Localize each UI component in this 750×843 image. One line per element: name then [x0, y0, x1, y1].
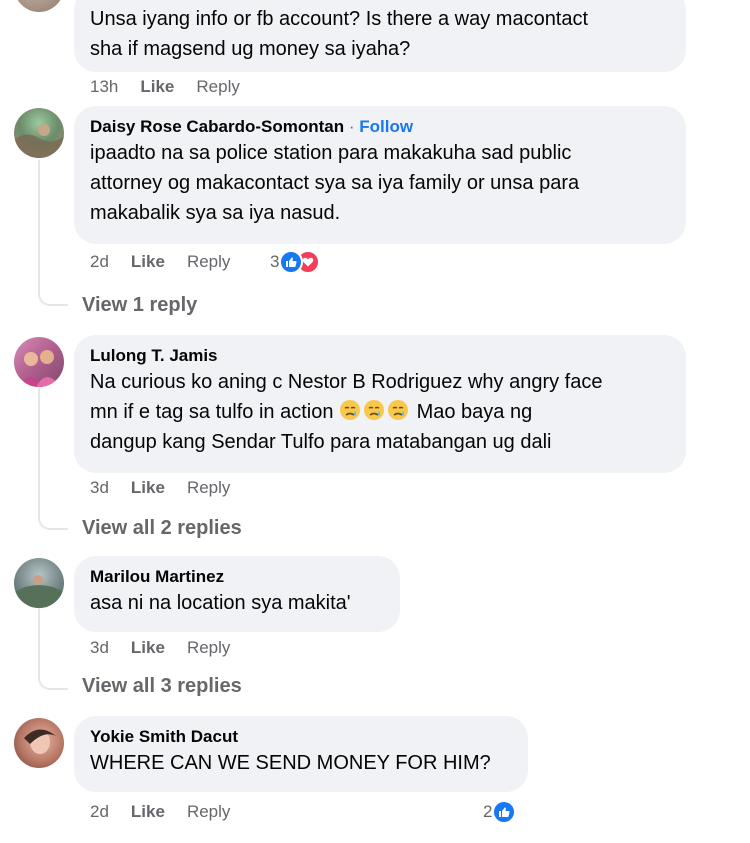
comment-text-segment: mn if e tag sa tulfo in action	[90, 401, 334, 423]
comment-timestamp[interactable]: 2d	[90, 802, 109, 822]
comment-text-line: attorney og makacontact sya sa iya famil…	[90, 172, 580, 194]
comment-text-line: WHERE CAN WE SEND MONEY FOR HIM?	[90, 752, 491, 774]
comment-author[interactable]: Lulong T. Jamis	[90, 345, 670, 367]
comment-actions: 2d Like Reply	[90, 801, 230, 823]
comment-timestamp[interactable]: 2d	[90, 252, 109, 272]
like-button[interactable]: Like	[131, 252, 165, 272]
comment-author[interactable]: Daisy Rose Cabardo-Somontan	[90, 117, 344, 136]
comment-text-line: sha if magsend ug money sa iyaha?	[90, 38, 411, 60]
thread-hook	[38, 512, 68, 530]
avatar-image	[14, 575, 64, 608]
follow-button[interactable]: Follow	[359, 117, 413, 136]
thread-line	[38, 388, 40, 514]
reaction-count: 2	[483, 802, 493, 821]
reply-button[interactable]: Reply	[187, 638, 230, 658]
comment-timestamp[interactable]: 3d	[90, 478, 109, 498]
comment-bubble: Lulong T. Jamis Na curious ko aning c Ne…	[74, 335, 686, 473]
view-replies-link[interactable]: View 1 reply	[82, 294, 197, 317]
reply-button[interactable]: Reply	[187, 252, 230, 272]
comment-text-line: mn if e tag sa tulfo in action Mao baya …	[90, 397, 670, 427]
comment-bubble: Marilou Martinez asa ni na location sya …	[74, 556, 400, 632]
like-button[interactable]: Like	[131, 802, 165, 822]
comment-bubble: Yokie Smith Dacut WHERE CAN WE SEND MONE…	[74, 716, 528, 792]
avatar[interactable]	[14, 558, 64, 608]
thread-line	[38, 160, 40, 290]
view-replies-link[interactable]: View all 3 replies	[82, 675, 242, 698]
reply-button[interactable]: Reply	[196, 77, 239, 97]
reaction-count: 3	[270, 252, 280, 271]
comment-actions: 3d Like Reply	[90, 477, 230, 499]
disappointed-relieved-emoji	[364, 400, 385, 420]
thread-hook	[38, 672, 68, 690]
comment-author[interactable]: Marilou Martinez	[90, 566, 384, 588]
avatar[interactable]	[14, 337, 64, 387]
view-replies-link[interactable]: View all 2 replies	[82, 517, 242, 540]
comment-timestamp[interactable]: 3d	[90, 638, 109, 658]
reaction-summary[interactable]: 3	[270, 249, 321, 275]
disappointed-relieved-emoji	[340, 400, 361, 420]
disappointed-relieved-emoji	[388, 400, 409, 420]
like-icon	[492, 800, 517, 824]
avatar[interactable]	[14, 0, 64, 12]
avatar-image	[24, 729, 56, 754]
reply-button[interactable]: Reply	[187, 478, 230, 498]
comment-text-line: makabalik sya sa iya nasud.	[90, 202, 341, 224]
comment-text-line: Unsa iyang info or fb account? Is there …	[90, 8, 589, 30]
comment-actions: 2d Like Reply	[90, 251, 230, 273]
avatar[interactable]	[14, 718, 64, 768]
avatar-image	[20, 350, 60, 387]
comment-text-line: ipaadto na sa police station para makaku…	[90, 142, 572, 164]
comment-text-line: asa ni na location sya makita'	[90, 592, 351, 614]
thread-hook	[38, 288, 68, 306]
comment-bubble: Daisy Rose Cabardo-Somontan · Follow ipa…	[74, 106, 686, 244]
avatar[interactable]	[14, 108, 64, 158]
comment-author[interactable]: Yokie Smith Dacut	[90, 726, 512, 748]
comment-author-line: Daisy Rose Cabardo-Somontan · Follow	[90, 116, 670, 138]
comment-text-line: Na curious ko aning c Nestor B Rodriguez…	[90, 371, 603, 393]
reaction-summary[interactable]: 2	[483, 799, 517, 825]
comment-text-line: dangup kang Sendar Tulfo para matabangan…	[90, 431, 552, 453]
like-button[interactable]: Like	[131, 478, 165, 498]
like-button[interactable]: Like	[131, 638, 165, 658]
comment-text-segment: Mao baya ng	[411, 401, 533, 423]
comment-actions: 13h Like Reply	[90, 76, 240, 98]
comment-actions: 3d Like Reply	[90, 637, 230, 659]
avatar-image	[14, 124, 64, 158]
separator-dot: ·	[348, 117, 355, 136]
like-button[interactable]: Like	[140, 77, 174, 97]
comment-bubble: Unsa iyang info or fb account? Is there …	[74, 0, 686, 72]
thread-line	[38, 608, 40, 674]
comment-timestamp[interactable]: 13h	[90, 77, 118, 97]
reply-button[interactable]: Reply	[187, 802, 230, 822]
